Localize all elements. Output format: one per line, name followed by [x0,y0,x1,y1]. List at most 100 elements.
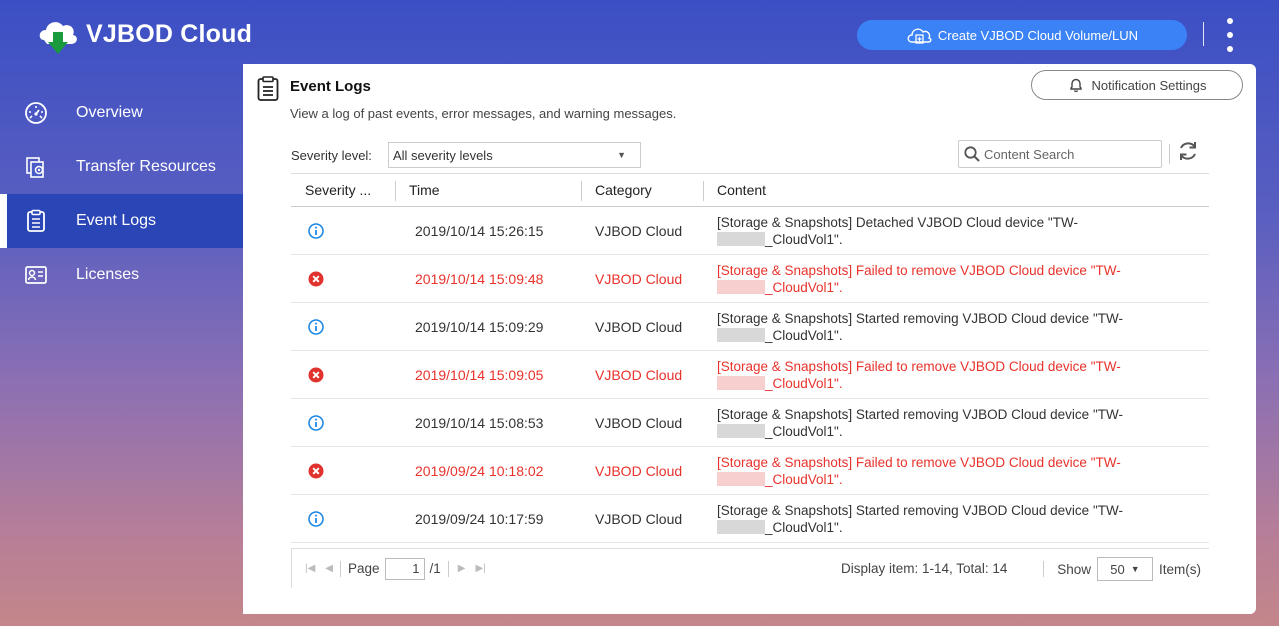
items-label: Item(s) [1159,561,1201,577]
redacted-text [717,520,765,534]
next-page-icon[interactable]: ▶ [458,563,466,574]
severity-level-value: All severity levels [393,147,493,163]
row-content-line2: _CloudVol1". [765,375,843,391]
row-category: VJBOD Cloud [595,318,683,335]
pager-divider [340,560,341,577]
row-time: 2019/10/14 15:09:48 [415,270,544,287]
row-content-line1: [Storage & Snapshots] Started removing V… [717,406,1123,422]
content-search-input[interactable] [984,146,1154,162]
sidebar-item-label: Event Logs [76,212,157,229]
sidebar-item-label: Licenses [76,266,140,283]
prev-page-icon[interactable]: ◀ [325,563,333,574]
sidebar-item-label: Overview [76,104,143,121]
redacted-text [717,424,765,438]
pager-divider [447,560,449,577]
row-content: [Storage & Snapshots] Failed to remove V… [703,262,1209,296]
sidebar-item-transfer-resources[interactable]: Transfer Resources [0,140,243,194]
table-row[interactable]: 2019/10/14 15:09:05 VJBOD Cloud [Storage… [291,351,1209,399]
event-log-table: Severity ... Time Category Content 2019/… [291,173,1209,543]
vjbod-cloud-logo-icon [39,22,77,54]
row-time: 2019/09/24 10:18:02 [415,462,544,479]
first-page-icon[interactable]: |◀ [305,563,315,574]
info-icon [308,414,324,431]
row-time: 2019/10/14 15:09:29 [415,318,544,335]
row-content-line1: [Storage & Snapshots] Started removing V… [717,502,1123,518]
cloud-add-icon [907,28,932,44]
table-row[interactable]: 2019/09/24 10:17:59 VJBOD Cloud [Storage… [291,495,1209,543]
row-content: [Storage & Snapshots] Failed to remove V… [703,454,1209,488]
row-content-line2: _CloudVol1". [765,471,843,487]
table-row[interactable]: 2019/10/14 15:26:15 VJBOD Cloud [Storage… [291,207,1209,255]
sidebar-item-event-logs[interactable]: Event Logs [0,194,243,248]
page-label: Page [348,561,380,576]
row-category: VJBOD Cloud [595,222,683,239]
license-card-icon [24,263,48,287]
redacted-text [717,280,765,294]
content-search[interactable] [958,140,1162,168]
error-icon [308,271,324,286]
row-category: VJBOD Cloud [595,414,683,431]
row-content-line2: _CloudVol1". [765,279,843,295]
column-header-time[interactable]: Time [395,174,581,206]
row-content-line2: _CloudVol1". [765,423,843,439]
items-per-page-select[interactable]: 50 ▼ [1097,557,1153,581]
caret-down-icon: ▼ [1130,564,1140,574]
info-icon [308,318,324,335]
header-divider [1203,22,1204,46]
redacted-text [717,376,765,390]
row-content: [Storage & Snapshots] Started removing V… [703,502,1209,536]
row-category: VJBOD Cloud [595,462,683,479]
row-content-line2: _CloudVol1". [765,519,843,535]
redacted-text [717,232,765,246]
table-row[interactable]: 2019/10/14 15:09:48 VJBOD Cloud [Storage… [291,255,1209,303]
notification-settings-button[interactable]: Notification Settings [1031,70,1243,100]
column-header-content[interactable]: Content [703,174,1209,206]
row-category: VJBOD Cloud [595,270,683,287]
row-category: VJBOD Cloud [595,510,683,527]
items-per-page-value: 50 [1110,561,1125,577]
error-icon [308,463,324,478]
table-row[interactable]: 2019/09/24 10:18:02 VJBOD Cloud [Storage… [291,447,1209,495]
page-subtitle: View a log of past events, error message… [290,106,677,121]
last-page-icon[interactable]: ▶| [476,563,486,574]
notification-settings-label: Notification Settings [1091,77,1207,93]
items-per-page: Show 50 ▼ Item(s) [1036,557,1201,581]
row-content-line1: [Storage & Snapshots] Failed to remove V… [717,358,1121,374]
sidebar-item-label: Transfer Resources [76,158,216,175]
severity-level-label: Severity level: [291,148,372,163]
refresh-icon[interactable] [1175,138,1201,164]
page-number-input[interactable]: 1 [384,557,425,580]
row-content-line1: [Storage & Snapshots] Started removing V… [717,310,1123,326]
column-header-severity[interactable]: Severity ... [291,174,395,206]
row-content: [Storage & Snapshots] Detached VJBOD Clo… [703,214,1209,248]
table-row[interactable]: 2019/10/14 15:08:53 VJBOD Cloud [Storage… [291,399,1209,447]
create-volume-label: Create VJBOD Cloud Volume/LUN [937,27,1139,43]
caret-down-icon: ▼ [617,150,626,160]
row-content-line1: [Storage & Snapshots] Detached VJBOD Clo… [717,214,1078,230]
toolbar-divider [1169,144,1170,164]
column-header-category[interactable]: Category [581,174,703,206]
table-row[interactable]: 2019/10/14 15:09:29 VJBOD Cloud [Storage… [291,303,1209,351]
row-time: 2019/09/24 10:17:59 [415,510,544,527]
row-content-line1: [Storage & Snapshots] Failed to remove V… [717,262,1121,278]
table-header: Severity ... Time Category Content [291,173,1209,207]
row-content-line2: _CloudVol1". [765,231,843,247]
gauge-icon [24,101,48,125]
sidebar-item-overview[interactable]: Overview [0,86,243,140]
redacted-text [717,328,765,342]
severity-level-select[interactable]: All severity levels ▼ [388,142,641,168]
info-icon [308,222,324,239]
create-volume-button[interactable]: Create VJBOD Cloud Volume/LUN [857,20,1187,50]
row-content: [Storage & Snapshots] Started removing V… [703,310,1209,344]
sidebar-item-licenses[interactable]: Licenses [0,248,243,302]
row-category: VJBOD Cloud [595,366,683,383]
redacted-text [717,472,765,486]
show-label: Show [1057,561,1091,577]
more-options-icon[interactable] [1220,18,1240,52]
event-logs-panel: Event Logs View a log of past events, er… [243,64,1256,614]
row-time: 2019/10/14 15:08:53 [415,414,544,431]
page-title: Event Logs [290,78,371,95]
row-content: [Storage & Snapshots] Started removing V… [703,406,1209,440]
app-title: VJBOD Cloud [86,20,253,48]
display-item-summary: Display item: 1-14, Total: 14 [841,561,1008,576]
